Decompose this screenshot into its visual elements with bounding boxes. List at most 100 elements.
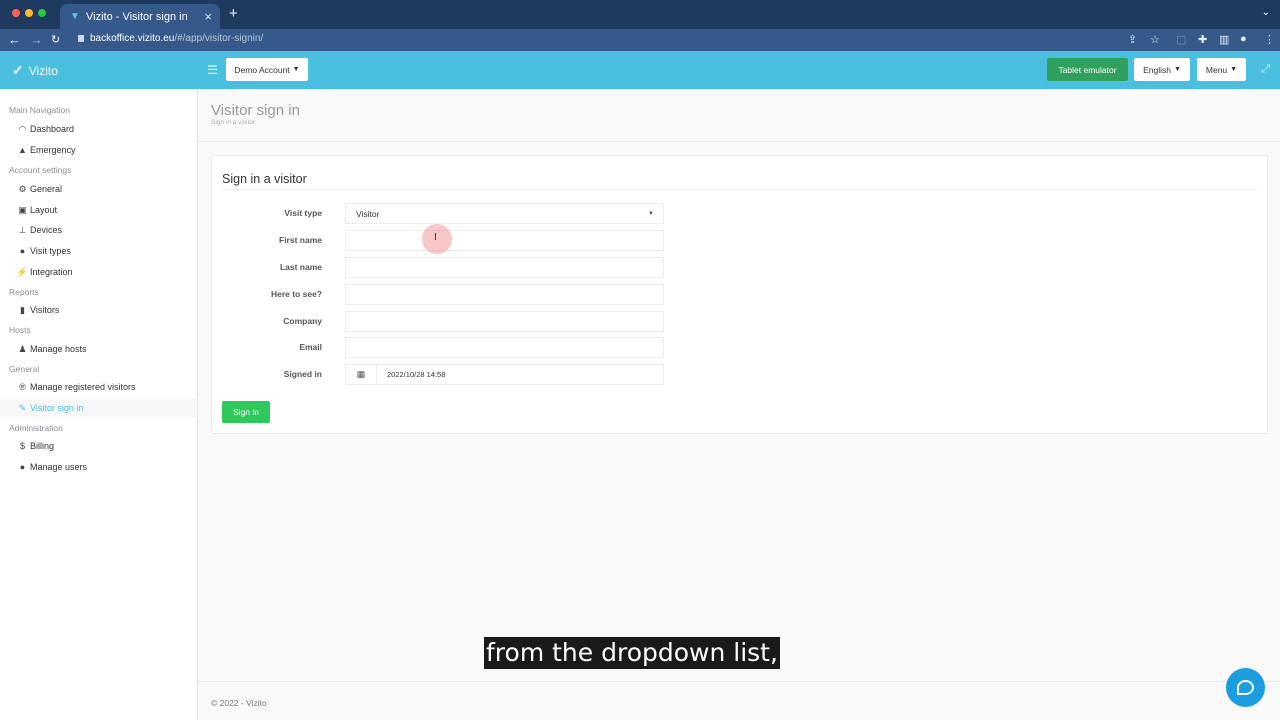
forward-arrow-icon[interactable]: → <box>30 32 43 47</box>
visit-type-select[interactable]: Visitor ▼ <box>345 203 664 224</box>
sidebar-section-administration: Administration <box>9 423 63 433</box>
signed-in-label: Signed in <box>283 369 322 379</box>
sidebar-navigation: Main Navigation ◠ Dashboard ▲ Emergency Ac… <box>0 89 198 720</box>
registered-icon: ® <box>19 382 26 392</box>
visit-type-value: Visitor <box>356 208 380 219</box>
video-caption: from the dropdown list, <box>484 637 780 669</box>
sidebar-item-label: Emergency <box>30 145 76 155</box>
extension-icon[interactable]: ▢ <box>1176 33 1186 46</box>
vizito-logo[interactable]: ✓ Vizito <box>12 62 58 79</box>
lock-icon <box>78 35 84 42</box>
page-title: Visitor sign in <box>211 102 300 119</box>
pencil-icon: ✎ <box>18 402 27 413</box>
browser-tab-title: Vizito - Visitor sign in <box>86 10 188 23</box>
kebab-menu-icon[interactable]: ⋮ <box>1264 33 1275 46</box>
last-name-input[interactable] <box>345 257 664 278</box>
sidebar-item-label: Dashboard <box>30 124 75 134</box>
sidebar-item-emergency[interactable]: ▲ Emergency <box>0 141 197 159</box>
sidebar-item-manage-hosts[interactable]: ♟ Manage hosts <box>0 340 197 358</box>
sidebar-item-dashboard[interactable]: ◠ Dashboard <box>0 120 197 138</box>
sidebar-item-label: Visitors <box>30 305 60 315</box>
here-to-see-label: Here to see? <box>270 289 322 299</box>
dollar-icon: $ <box>19 441 25 451</box>
panel-divider <box>222 189 1259 190</box>
sign-in-panel: Sign in a visitor Visit type Visitor ▼ F… <box>211 155 1268 434</box>
new-tab-icon[interactable]: + <box>229 5 238 22</box>
sidebar-section-reports: Reports <box>9 287 39 297</box>
demo-account-label: Demo Account <box>234 64 290 75</box>
tab-search-chevron-icon[interactable]: ⌄ <box>1262 7 1270 18</box>
close-window-button[interactable] <box>12 9 20 17</box>
book-icon: ▮ <box>20 304 25 315</box>
tablet-emulator-button[interactable]: Tablet emulator <box>1047 58 1128 81</box>
maximize-window-button[interactable] <box>38 9 46 17</box>
first-name-input[interactable] <box>345 230 664 251</box>
browser-address-bar: ← → ↻ backoffice.vizito.eu/#/app/visitor… <box>0 29 1280 51</box>
language-label: English <box>1143 64 1171 75</box>
mouse-cursor-highlight: I <box>422 224 452 254</box>
sidebar-item-label: Manage registered visitors <box>30 382 136 392</box>
url-host: backoffice.vizito.eu <box>90 33 175 44</box>
panel-title: Sign in a visitor <box>222 172 307 186</box>
sidebar-item-manage-registered-visitors[interactable]: ® Manage registered visitors <box>0 378 197 396</box>
chat-widget-button[interactable] <box>1226 668 1265 707</box>
sidebar-item-visitors[interactable]: ▮ Visitors <box>0 301 197 319</box>
browser-tab-bar: ▼ Vizito - Visitor sign in × + ⌄ <box>0 0 1280 29</box>
language-dropdown[interactable]: English ▼ <box>1134 58 1190 81</box>
caret-down-icon: ▼ <box>1173 66 1181 73</box>
header-divider <box>198 141 1280 142</box>
sidebar-item-label: Integration <box>30 267 73 277</box>
sidebar-item-integration[interactable]: ⚡ Integration <box>0 263 197 281</box>
dashboard-icon: ◠ <box>18 123 27 134</box>
sidebar-section-main-navigation: Main Navigation <box>9 105 70 115</box>
logo-text: Vizito <box>28 63 58 78</box>
reload-icon[interactable]: ↻ <box>51 33 60 46</box>
visit-type-label: Visit type <box>284 208 322 218</box>
profile-icon[interactable]: ● <box>1240 33 1247 45</box>
signed-in-datetime-field[interactable]: ▦ 2022/10/28 14:58 <box>345 364 664 385</box>
share-icon[interactable]: ⇪ <box>1128 33 1137 46</box>
close-tab-icon[interactable]: × <box>204 9 212 24</box>
company-input[interactable] <box>345 311 664 332</box>
sidebar-item-layout[interactable]: ▣ Layout <box>0 201 197 219</box>
sidebar-item-label: General <box>30 184 63 194</box>
sidebar-item-label: Manage hosts <box>30 344 87 354</box>
sidebar-item-devices[interactable]: ⊥ Devices <box>0 221 197 239</box>
text-cursor-icon: I <box>434 232 437 243</box>
sidepanel-icon[interactable]: ▥ <box>1219 33 1229 46</box>
sign-in-button[interactable]: Sign in <box>222 401 270 423</box>
demo-account-dropdown[interactable]: Demo Account ▼ <box>226 58 308 81</box>
vizito-logo-icon: ✓ <box>12 62 24 78</box>
minimize-window-button[interactable] <box>25 9 33 17</box>
sidebar-item-general[interactable]: ⚙ General <box>0 180 197 198</box>
footer-divider <box>198 681 1280 682</box>
sidebar-item-visitor-sign-in[interactable]: ✎ Visitor sign in <box>0 399 197 417</box>
sidebar-section-general: General <box>9 364 40 374</box>
sidebar-item-manage-users[interactable]: ● Manage users <box>0 458 197 476</box>
calendar-icon[interactable]: ▦ <box>346 365 377 384</box>
tablet-emulator-label: Tablet emulator <box>1058 64 1117 75</box>
puzzle-icon[interactable]: ✚ <box>1198 33 1207 46</box>
back-arrow-icon[interactable]: ← <box>8 32 21 47</box>
menu-dropdown[interactable]: Menu ▼ <box>1197 58 1246 81</box>
bookmark-star-icon[interactable]: ☆ <box>1150 33 1160 46</box>
hamburger-menu-icon[interactable]: ☰ <box>207 63 218 77</box>
users-icon: ● <box>19 462 26 472</box>
browser-tab[interactable]: ▼ Vizito - Visitor sign in × <box>60 4 220 29</box>
last-name-label: Last name <box>279 262 322 272</box>
url-field[interactable]: backoffice.vizito.eu/#/app/visitor-signi… <box>78 33 263 44</box>
warning-icon: ▲ <box>18 145 27 155</box>
sidebar-item-label: Visitor sign in <box>30 403 84 413</box>
here-to-see-input[interactable] <box>345 284 664 305</box>
sidebar-item-billing[interactable]: $ Billing <box>0 437 197 455</box>
image-icon: ▣ <box>18 204 27 215</box>
chat-bubble-icon <box>1237 680 1254 695</box>
fullscreen-expand-icon[interactable]: ⤢ <box>1261 63 1270 76</box>
caret-down-icon: ▼ <box>292 66 300 73</box>
sidebar-item-visit-types[interactable]: ● Visit types <box>0 242 197 260</box>
sidebar-section-account-settings: Account settings <box>9 165 72 175</box>
app-header: ✓ Vizito ☰ Demo Account ▼ Tablet emulator… <box>0 51 1280 89</box>
first-name-label: First name <box>279 235 322 245</box>
email-input[interactable] <box>345 337 664 358</box>
sidebar-item-label: Billing <box>30 441 55 451</box>
